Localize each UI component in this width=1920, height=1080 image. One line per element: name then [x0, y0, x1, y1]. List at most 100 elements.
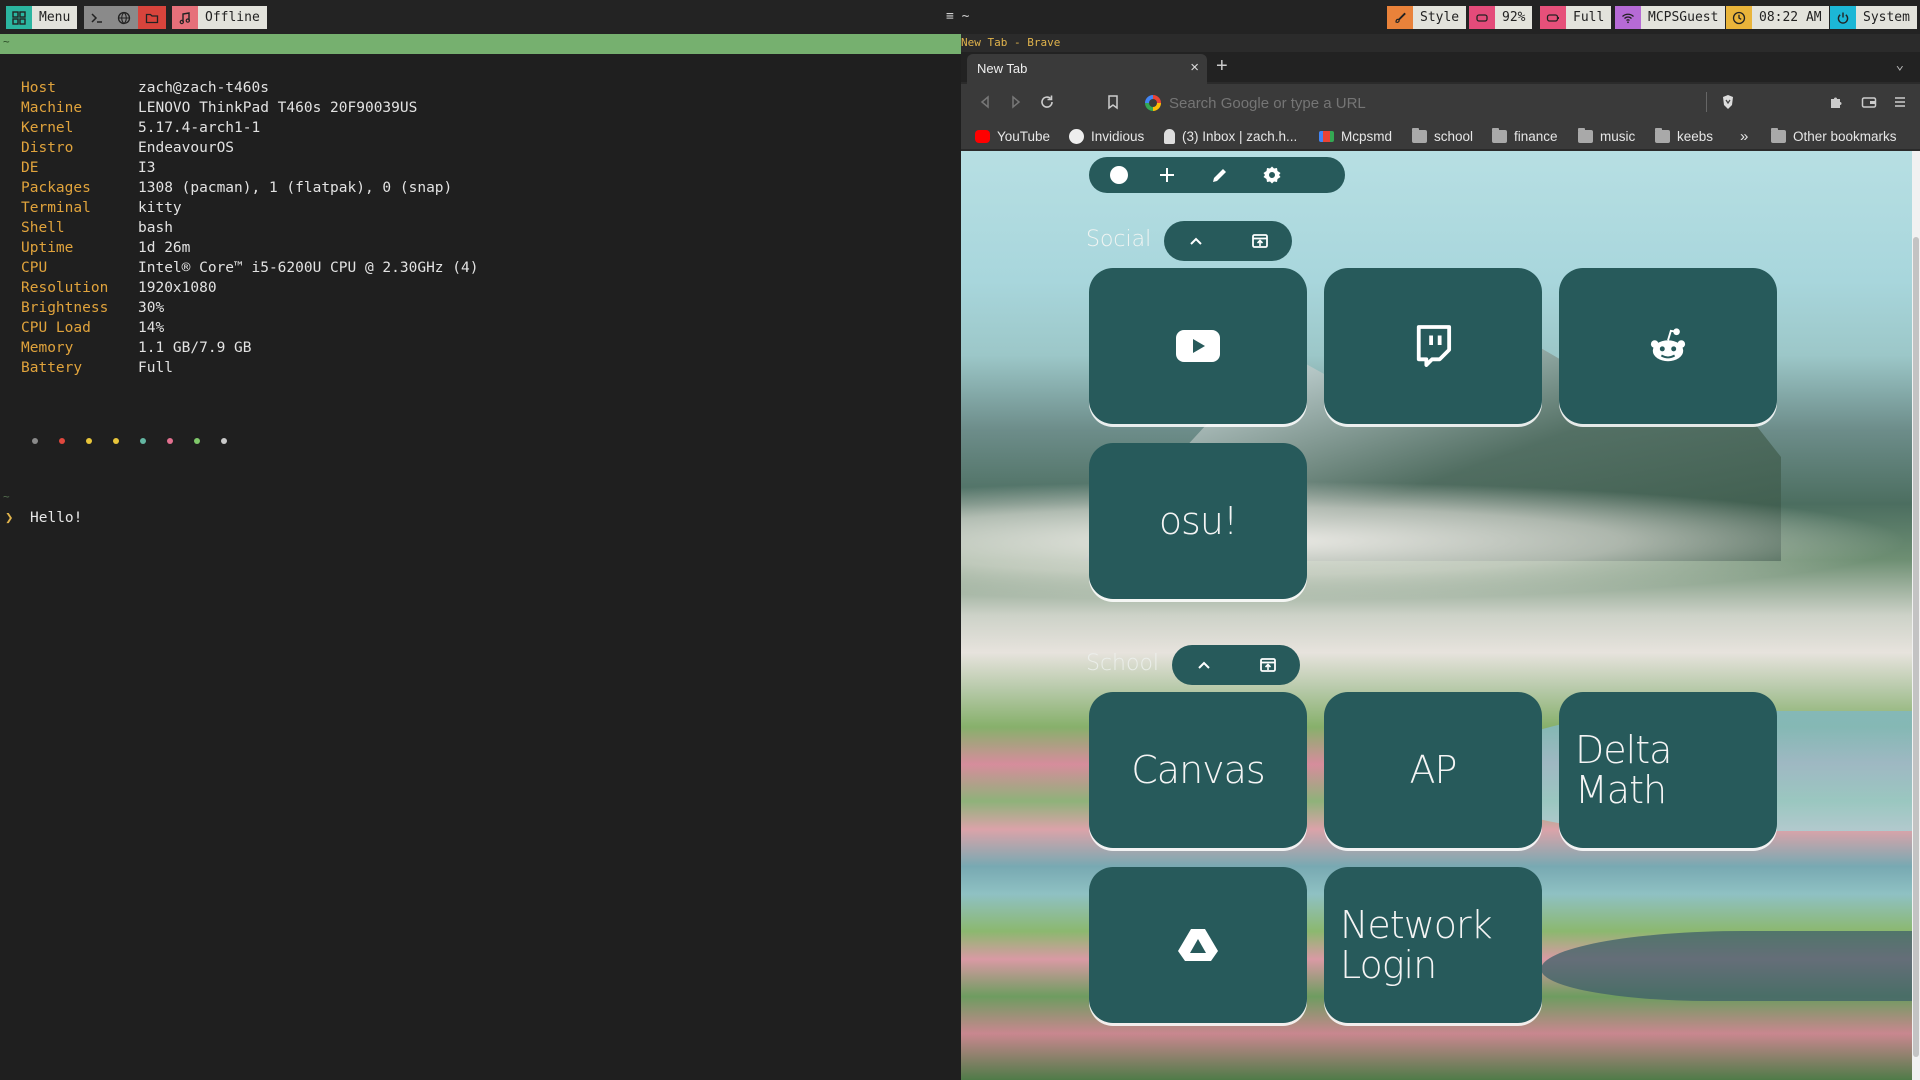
folder-icon[interactable]: [138, 6, 166, 29]
tab-strip: New Tab × + ⌄: [961, 52, 1920, 84]
tile-canvas[interactable]: Canvas: [1089, 692, 1307, 848]
browser-window: New Tab - Brave New Tab × + ⌄ Search Goo…: [961, 34, 1920, 1080]
tab-new-tab[interactable]: New Tab ×: [967, 54, 1207, 84]
info-value: 1920x1080: [138, 280, 217, 296]
music-module[interactable]: Offline: [172, 6, 267, 29]
bookmark-label: finance: [1514, 128, 1558, 144]
tile-network-login[interactable]: Network Login: [1324, 867, 1542, 1023]
back-icon[interactable]: [976, 93, 994, 111]
prompt-directory: ~: [3, 490, 10, 503]
reload-icon[interactable]: [1038, 93, 1056, 111]
palette-dot: [194, 438, 200, 444]
tile-delta-math[interactable]: Delta Math: [1559, 692, 1777, 848]
open-all-icon[interactable]: [1250, 231, 1270, 251]
info-value: I3: [138, 160, 156, 176]
bookmarks-overflow-button[interactable]: »: [1740, 127, 1748, 145]
tile-twitch[interactable]: [1324, 268, 1542, 424]
browser-window-title: New Tab - Brave: [961, 36, 1061, 49]
tile-youtube[interactable]: [1089, 268, 1307, 424]
bookmark-label: Other bookmarks: [1793, 128, 1897, 144]
bookmark-folder-music[interactable]: music: [1578, 127, 1635, 145]
info-value: 30%: [138, 300, 165, 316]
clock-module[interactable]: 08:22 AM: [1726, 6, 1829, 29]
bookmark-icon[interactable]: [1104, 93, 1122, 111]
open-all-icon[interactable]: [1258, 655, 1278, 675]
tile-label: osu!: [1158, 499, 1238, 543]
address-bar-input[interactable]: [1169, 92, 1729, 114]
brave-shields-icon[interactable]: [1719, 93, 1737, 111]
workspace-title: ≡ ~: [946, 9, 970, 24]
wifi-icon: [1615, 6, 1641, 29]
info-key: Packages: [21, 180, 91, 196]
bookmark-folder-finance[interactable]: finance: [1492, 127, 1558, 145]
info-key: Host: [21, 80, 56, 96]
page-scrollbar[interactable]: [1912, 151, 1920, 1080]
bookmark-inbox[interactable]: (3) Inbox | zach.h...: [1164, 127, 1297, 145]
palette-dot: [140, 438, 146, 444]
palette-dot: [167, 438, 173, 444]
wifi-module[interactable]: MCPSGuest: [1615, 6, 1726, 29]
info-value: bash: [138, 220, 173, 236]
tile-google-drive[interactable]: [1089, 867, 1307, 1023]
bookmark-folder-school[interactable]: school: [1412, 127, 1473, 145]
google-drive-icon: [1178, 929, 1218, 961]
edit-pencil-icon[interactable]: [1210, 165, 1230, 185]
dashboard-toolbar: [1089, 157, 1345, 193]
info-value: zach@zach-t460s: [138, 80, 269, 96]
music-status-label: Offline: [198, 6, 267, 29]
bookmark-label: Invidious: [1091, 128, 1145, 144]
globe-icon[interactable]: [110, 6, 138, 29]
add-icon[interactable]: [1157, 165, 1177, 185]
bookmark-folder-keebs[interactable]: keebs: [1655, 127, 1713, 145]
brush-icon: [1387, 6, 1413, 29]
bookmark-label: keebs: [1677, 128, 1714, 144]
terminal-window[interactable]: ~ Host zach@zach-t460s Machine LENOVO Think…: [0, 34, 961, 1080]
bookmark-invidious[interactable]: Invidious: [1069, 127, 1144, 145]
info-key: DE: [21, 160, 39, 176]
new-tab-button[interactable]: +: [1216, 55, 1228, 78]
forward-icon[interactable]: [1007, 93, 1025, 111]
top-status-bar: Menu Offline ≡ ~ Style 92% Full MCPSGues…: [0, 0, 1920, 34]
tile-reddit[interactable]: [1559, 268, 1777, 424]
settings-gear-icon[interactable]: [1262, 165, 1282, 185]
system-label: System: [1856, 6, 1917, 29]
tile-ap[interactable]: AP: [1324, 692, 1542, 848]
music-note-icon: [172, 6, 198, 29]
extensions-icon[interactable]: [1827, 93, 1845, 111]
terminal-icon[interactable]: [84, 6, 110, 29]
battery-label: Full: [1566, 6, 1612, 29]
chevron-up-icon[interactable]: [1194, 655, 1214, 675]
tab-close-icon[interactable]: ×: [1190, 59, 1199, 76]
bookmark-mcpsmd[interactable]: Mcpsmd: [1319, 127, 1392, 145]
palette-dot: [86, 438, 92, 444]
tile-label: Delta Math: [1575, 728, 1672, 812]
menu-icon[interactable]: [1891, 93, 1909, 111]
wifi-label: MCPSGuest: [1641, 6, 1726, 29]
info-value: 14%: [138, 320, 165, 336]
system-module[interactable]: System: [1830, 6, 1917, 29]
style-module[interactable]: Style: [1387, 6, 1467, 29]
command-input[interactable]: Hello!: [30, 510, 82, 526]
bookmark-label: music: [1600, 128, 1636, 144]
youtube-icon: [1176, 330, 1220, 362]
tile-label: AP: [1409, 748, 1458, 792]
other-bookmarks[interactable]: Other bookmarks: [1771, 127, 1897, 145]
battery-module[interactable]: Full: [1540, 6, 1612, 29]
chevron-up-icon[interactable]: [1186, 231, 1206, 251]
palette-dot: [59, 438, 65, 444]
scrollbar-thumb[interactable]: [1913, 237, 1919, 1057]
brightness-module[interactable]: 92%: [1469, 6, 1533, 29]
wallet-icon[interactable]: [1860, 93, 1878, 111]
grid-icon: [6, 6, 32, 29]
info-value: 1308 (pacman), 1 (flatpak), 0 (snap): [138, 180, 453, 196]
folder-icon: [1578, 127, 1593, 143]
bookmark-youtube[interactable]: YouTube: [975, 127, 1050, 145]
info-value: LENOVO ThinkPad T460s 20F90039US: [138, 100, 418, 116]
menu-module[interactable]: Menu: [6, 6, 78, 29]
bookmarks-bar: YouTube Invidious (3) Inbox | zach.h... …: [961, 120, 1920, 150]
style-label: Style: [1413, 6, 1467, 29]
tile-osu[interactable]: osu!: [1089, 443, 1307, 599]
info-key: Shell: [21, 220, 65, 236]
tab-search-icon[interactable]: ⌄: [1896, 57, 1904, 73]
theme-toggle-icon[interactable]: [1109, 165, 1129, 185]
